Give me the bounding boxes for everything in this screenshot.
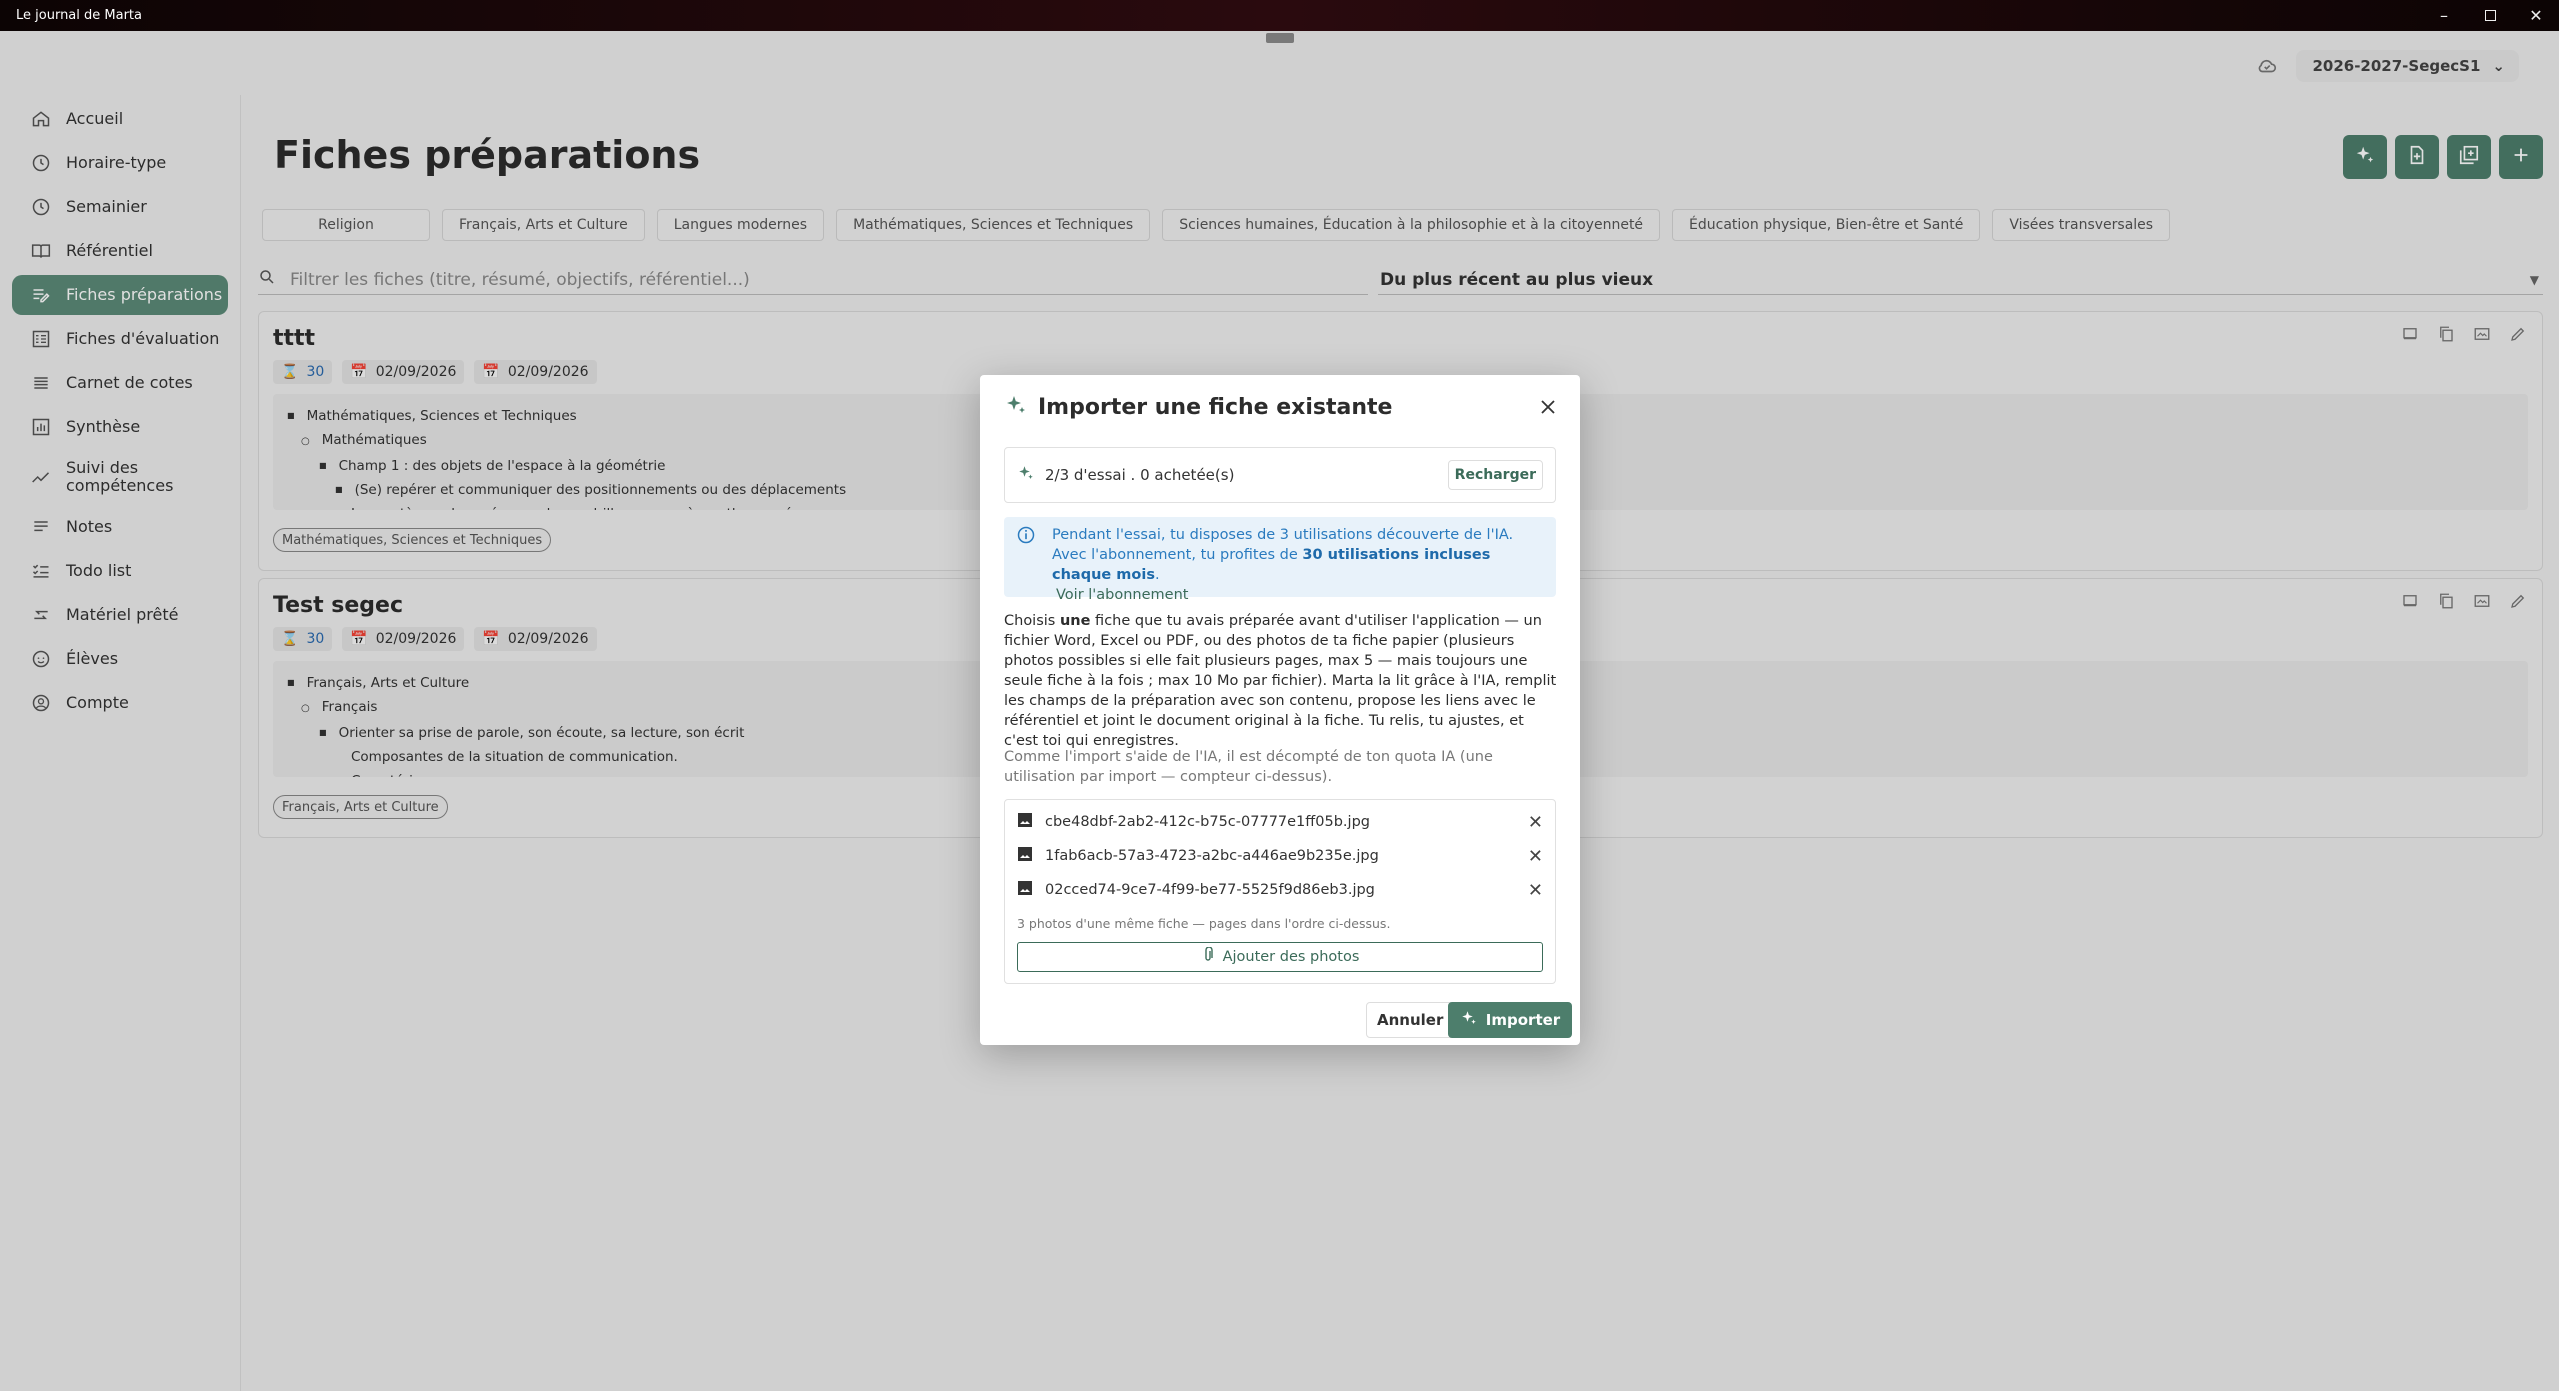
file-item: 1fab6acb-57a3-4723-a2bc-a446ae9b235e.jpg… bbox=[1017, 844, 1543, 868]
window-title: Le journal de Marta bbox=[16, 8, 142, 23]
info-icon bbox=[1016, 525, 1036, 551]
paperclip-icon bbox=[1201, 946, 1215, 967]
reload-button[interactable]: Recharger bbox=[1447, 460, 1543, 490]
remove-file-icon[interactable]: ✕ bbox=[1528, 880, 1543, 901]
close-icon[interactable] bbox=[1536, 395, 1560, 419]
ai-quota-box: 2/3 d'essai . 0 achetée(s) Recharger bbox=[1004, 447, 1556, 503]
file-item: 02cced74-9ce7-4f99-be77-5525f9d86eb3.jpg… bbox=[1017, 878, 1543, 902]
image-file-icon bbox=[1017, 880, 1035, 900]
quota-text: 2/3 d'essai . 0 achetée(s) bbox=[1045, 466, 1235, 484]
sparkle-icon bbox=[1017, 464, 1035, 486]
file-item: cbe48dbf-2ab2-412c-b75c-07777e1ff05b.jpg… bbox=[1017, 810, 1543, 834]
file-name: 02cced74-9ce7-4f99-be77-5525f9d86eb3.jpg bbox=[1045, 882, 1375, 898]
info-text-end: . bbox=[1154, 567, 1160, 583]
image-file-icon bbox=[1017, 846, 1035, 866]
import-dialog: Importer une fiche existante 2/3 d'essai… bbox=[980, 375, 1580, 1045]
minimize-icon[interactable]: – bbox=[2421, 0, 2467, 31]
files-hint: 3 photos d'une même fiche — pages dans l… bbox=[1017, 916, 1391, 931]
cancel-button[interactable]: Annuler bbox=[1366, 1002, 1455, 1038]
file-name: cbe48dbf-2ab2-412c-b75c-07777e1ff05b.jpg bbox=[1045, 814, 1370, 830]
import-label: Importer bbox=[1485, 1011, 1561, 1029]
description-text-end: fiche que tu avais préparée avant d'util… bbox=[1004, 613, 1557, 749]
subscription-link[interactable]: Voir l'abonnement bbox=[1052, 585, 1544, 605]
remove-file-icon[interactable]: ✕ bbox=[1528, 846, 1543, 867]
sparkle-icon bbox=[1004, 393, 1028, 421]
add-photos-label: Ajouter des photos bbox=[1222, 949, 1360, 965]
selected-files-box: cbe48dbf-2ab2-412c-b75c-07777e1ff05b.jpg… bbox=[1004, 799, 1556, 984]
maximize-icon[interactable] bbox=[2467, 0, 2513, 31]
window-titlebar: Le journal de Marta bbox=[0, 0, 2559, 31]
import-button[interactable]: Importer bbox=[1448, 1002, 1572, 1038]
image-file-icon bbox=[1017, 812, 1035, 832]
trial-info-box: Pendant l'essai, tu disposes de 3 utilis… bbox=[1004, 517, 1556, 603]
dialog-header: Importer une fiche existante bbox=[1004, 393, 1392, 421]
file-name: 1fab6acb-57a3-4723-a2bc-a446ae9b235e.jpg bbox=[1045, 848, 1379, 864]
dialog-title: Importer une fiche existante bbox=[1038, 394, 1393, 420]
sparkle-icon bbox=[1460, 1009, 1478, 1031]
close-window-icon[interactable]: ✕ bbox=[2513, 0, 2559, 31]
description-text: Choisis bbox=[1004, 613, 1060, 629]
quota-note: Comme l'import s'aide de l'IA, il est dé… bbox=[1004, 749, 1493, 785]
remove-file-icon[interactable]: ✕ bbox=[1528, 812, 1543, 833]
add-photos-button[interactable]: Ajouter des photos bbox=[1017, 942, 1543, 972]
dialog-description: Choisis une fiche que tu avais préparée … bbox=[1004, 611, 1559, 751]
description-bold: une bbox=[1059, 613, 1091, 629]
